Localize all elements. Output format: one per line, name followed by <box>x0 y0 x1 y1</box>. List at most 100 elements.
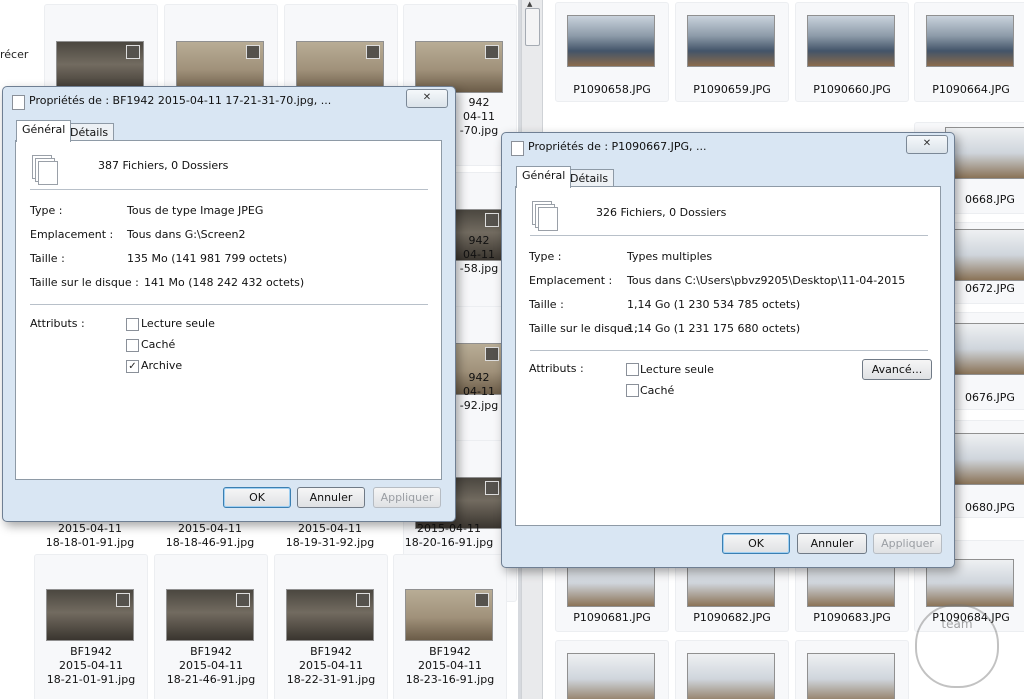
hidden-checkbox[interactable] <box>626 384 639 397</box>
file-name: P1090664.JPG <box>932 83 1010 96</box>
close-button[interactable]: ✕ <box>406 89 448 108</box>
checkbox-label: Caché <box>141 338 176 351</box>
multiple-files-icon <box>32 155 58 185</box>
ok-button[interactable]: OK <box>722 533 790 554</box>
field-value: 141 Mo (148 242 432 octets) <box>144 276 305 289</box>
file-tile[interactable]: P1090664.JPG <box>914 2 1024 102</box>
thumbnail <box>945 433 1024 485</box>
field-label: Type : <box>529 250 562 263</box>
file-name: BF1942 <box>429 645 471 658</box>
separator <box>530 235 928 236</box>
field-label: Type : <box>30 204 63 217</box>
thumbnail <box>46 589 134 641</box>
watermark-logo: team <box>915 604 999 688</box>
file-name: P1090682.JPG <box>693 611 771 624</box>
advanced-button[interactable]: Avancé... <box>862 359 932 380</box>
field-value: Tous dans G:\Screen2 <box>127 228 246 241</box>
file-tile[interactable]: P1090658.JPG <box>555 2 669 102</box>
dialog-title: Propriétés de : BF1942 2015-04-11 17-21-… <box>29 94 332 107</box>
general-panel: 326 Fichiers, 0 Dossiers Type : Types mu… <box>515 186 941 526</box>
file-tile[interactable] <box>555 640 669 699</box>
file-name: BF1942 <box>70 645 112 658</box>
ok-button[interactable]: OK <box>223 487 291 508</box>
properties-dialog-p1090667: Propriétés de : P1090667.JPG, ... ✕ Géné… <box>501 132 955 568</box>
tab-general[interactable]: Général <box>516 166 572 188</box>
attributes-label: Attributs : <box>30 317 85 330</box>
file-name: 0672.JPG <box>965 282 1015 295</box>
scroll-up-arrow-icon[interactable]: ▲ <box>527 0 532 8</box>
hidden-checkbox[interactable] <box>126 339 139 352</box>
checkbox-label: Lecture seule <box>640 363 714 376</box>
field-label: Taille sur le disque : <box>30 276 139 289</box>
file-name: BF1942 <box>310 645 352 658</box>
thumbnail <box>807 15 895 67</box>
file-name: BF1942 <box>190 645 232 658</box>
properties-dialog-bf1942: Propriétés de : BF1942 2015-04-11 17-21-… <box>2 86 456 522</box>
file-name[interactable]: 18-20-16-91.jpg <box>393 536 505 550</box>
file-name: 18-21-46-91.jpg <box>166 673 256 686</box>
apply-button[interactable]: Appliquer <box>373 487 441 508</box>
file-icon <box>511 141 524 156</box>
file-name: P1090658.JPG <box>573 83 651 96</box>
thumbnail <box>405 589 493 641</box>
thumbnail <box>567 15 655 67</box>
file-tile[interactable] <box>795 640 909 699</box>
file-name: 18-22-31-91.jpg <box>286 673 376 686</box>
thumbnail <box>567 653 655 699</box>
thumbnail <box>945 229 1024 281</box>
cancel-button[interactable]: Annuler <box>797 533 867 554</box>
file-tile[interactable] <box>675 640 789 699</box>
readonly-checkbox[interactable] <box>626 363 639 376</box>
checkbox-label: Caché <box>640 384 675 397</box>
file-name[interactable]: 18-18-46-91.jpg <box>154 536 266 550</box>
file-name: 2015-04-11 <box>418 659 482 672</box>
file-name[interactable]: 18-19-31-92.jpg <box>274 536 386 550</box>
field-label: Emplacement : <box>529 274 613 287</box>
thumbnail <box>286 589 374 641</box>
field-value: 1,14 Go (1 230 534 785 octets) <box>627 298 801 311</box>
file-name[interactable]: 18-18-01-91.jpg <box>34 536 146 550</box>
scrollbar-thumb[interactable] <box>525 8 540 46</box>
files-summary: 326 Fichiers, 0 Dossiers <box>596 206 727 219</box>
thumbnail <box>945 127 1024 179</box>
field-label: Emplacement : <box>30 228 114 241</box>
file-name: 2015-04-11 <box>179 659 243 672</box>
thumbnail <box>166 589 254 641</box>
archive-checkbox[interactable]: ✓ <box>126 360 139 373</box>
file-name: P1090659.JPG <box>693 83 771 96</box>
multiple-files-icon <box>532 201 558 231</box>
file-name: 18-21-01-91.jpg <box>46 673 136 686</box>
tab-general[interactable]: Général <box>16 120 72 142</box>
file-name[interactable]: 2015-04-11 <box>274 522 386 536</box>
thumbnail <box>807 653 895 699</box>
cancel-button[interactable]: Annuler <box>297 487 365 508</box>
file-name[interactable]: 2015-04-11 <box>154 522 266 536</box>
file-name: P1090660.JPG <box>813 83 891 96</box>
file-tile[interactable]: BF1942 2015-04-11 18-22-31-91.jpg <box>274 554 388 699</box>
file-name: P1090683.JPG <box>813 611 891 624</box>
thumbnail <box>687 653 775 699</box>
file-icon <box>12 95 25 110</box>
thumbnail <box>687 15 775 67</box>
file-tile[interactable]: BF1942 2015-04-11 18-23-16-91.jpg <box>393 554 507 699</box>
file-name: 18-23-16-91.jpg <box>405 673 495 686</box>
apply-button[interactable]: Appliquer <box>873 533 942 554</box>
checkbox-label: Archive <box>141 359 183 372</box>
file-name[interactable]: 2015-04-11 <box>393 522 505 536</box>
file-name[interactable]: 2015-04-11 <box>34 522 146 536</box>
readonly-checkbox[interactable] <box>126 318 139 331</box>
file-tile[interactable]: BF1942 2015-04-11 18-21-01-91.jpg <box>34 554 148 699</box>
field-value: Tous de type Image JPEG <box>127 204 264 217</box>
field-label: Taille : <box>529 298 564 311</box>
file-tile[interactable]: P1090660.JPG <box>795 2 909 102</box>
close-button[interactable]: ✕ <box>906 135 948 154</box>
field-value: 135 Mo (141 981 799 octets) <box>127 252 288 265</box>
separator <box>530 350 928 351</box>
field-label: Taille : <box>30 252 65 265</box>
checkbox-label: Lecture seule <box>141 317 215 330</box>
file-tile[interactable]: BF1942 2015-04-11 18-21-46-91.jpg <box>154 554 268 699</box>
file-tile[interactable]: P1090659.JPG <box>675 2 789 102</box>
file-name: P1090681.JPG <box>573 611 651 624</box>
file-name: 0668.JPG <box>965 193 1015 206</box>
thumbnail <box>945 323 1024 375</box>
